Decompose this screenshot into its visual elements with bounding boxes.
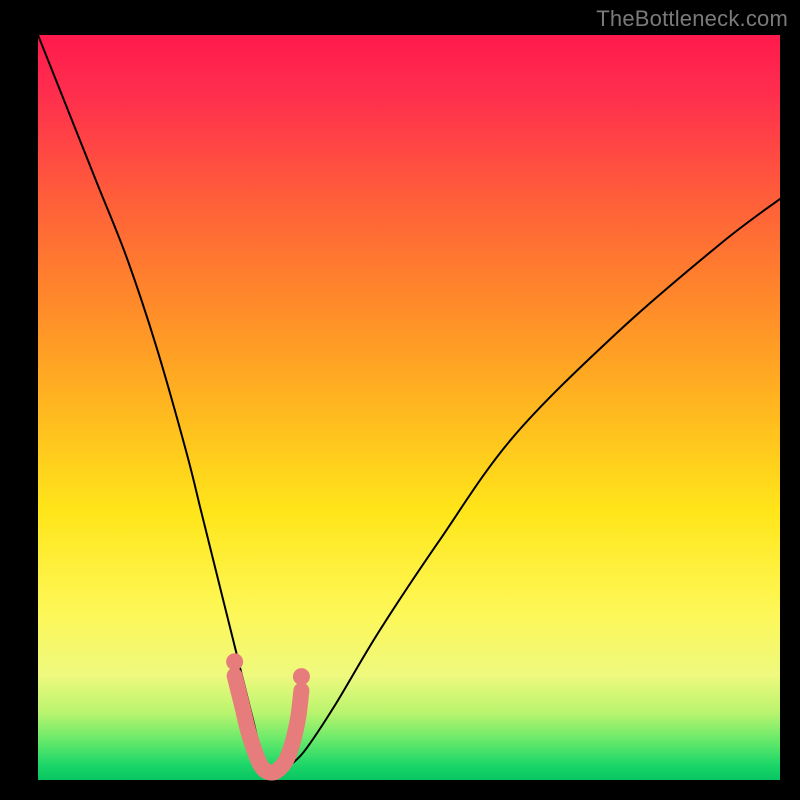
marker-dot-1 [293, 669, 309, 685]
marker-group [227, 654, 310, 773]
marker-dot-0 [227, 654, 243, 670]
marker-u-path [235, 676, 302, 773]
chart-canvas: TheBottleneck.com [0, 0, 800, 800]
watermark-text: TheBottleneck.com [596, 6, 788, 32]
bottleneck-curve [38, 35, 780, 773]
curve-layer [38, 35, 780, 780]
plot-area [38, 35, 780, 780]
